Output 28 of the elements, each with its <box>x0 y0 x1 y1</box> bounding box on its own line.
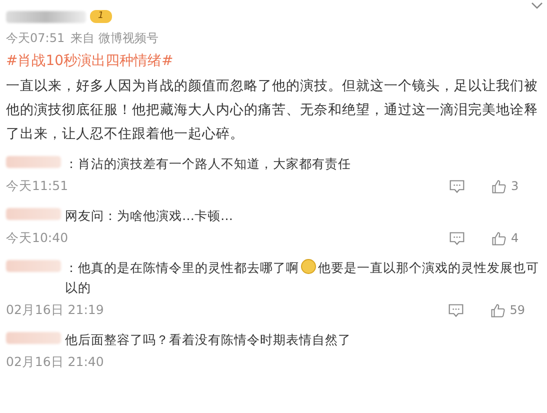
comment-text: 他后面整容了吗？看着没有陈情令时期表情自然了 <box>65 331 352 349</box>
post-source: 来自 微博视频号 <box>70 30 158 47</box>
comment-icon[interactable] <box>448 302 464 318</box>
comment-icon[interactable] <box>449 178 465 194</box>
comment-time: 今天10:40 <box>6 230 68 246</box>
post-text: 一直以来，好多人因为肖战的颜值而忽略了他的演技。但就这一个镜头，足以让我们被他的演技彻底征服！他把藏海大人内心的痛苦、无奈和绝望，通过这一滴泪完美地诠释了出来，让人忍不住跟着他一起心碎。 <box>6 77 539 144</box>
like-count: 4 <box>511 231 520 245</box>
comment-time: 02月16日 21:40 <box>6 354 104 370</box>
hashtag-link[interactable]: #肖战10秒演出四种情绪# <box>6 52 539 70</box>
thumbs-up-icon[interactable] <box>491 178 507 194</box>
comment-text: 网友问：为啥他演戏…卡顿… <box>65 207 234 225</box>
like-count: 59 <box>510 303 525 317</box>
comment-text: ：他真的是在陈情令里的灵性都去哪了啊 他要是一直以那个演戏的灵性发展也可以的 <box>65 258 539 297</box>
thumbs-up-icon[interactable] <box>491 230 507 246</box>
blurred-username <box>6 260 61 272</box>
comment-time: 今天11:51 <box>6 178 68 194</box>
blurred-username <box>6 156 61 168</box>
comment-text: ：肖沾的演技差有一个路人不知道，大家都有责任 <box>65 155 352 173</box>
comment-time: 02月16日 21:19 <box>6 302 104 318</box>
like-count: 3 <box>511 179 520 193</box>
blurred-username <box>6 332 61 344</box>
thumbs-up-icon[interactable] <box>490 302 506 318</box>
emoji-icon <box>301 259 316 274</box>
chevron-down-icon[interactable] <box>531 2 543 10</box>
level-badge: 1 <box>90 10 112 22</box>
blurred-username <box>6 208 61 220</box>
comment-icon[interactable] <box>449 230 465 246</box>
post-time: 今天07:51 <box>6 30 65 47</box>
